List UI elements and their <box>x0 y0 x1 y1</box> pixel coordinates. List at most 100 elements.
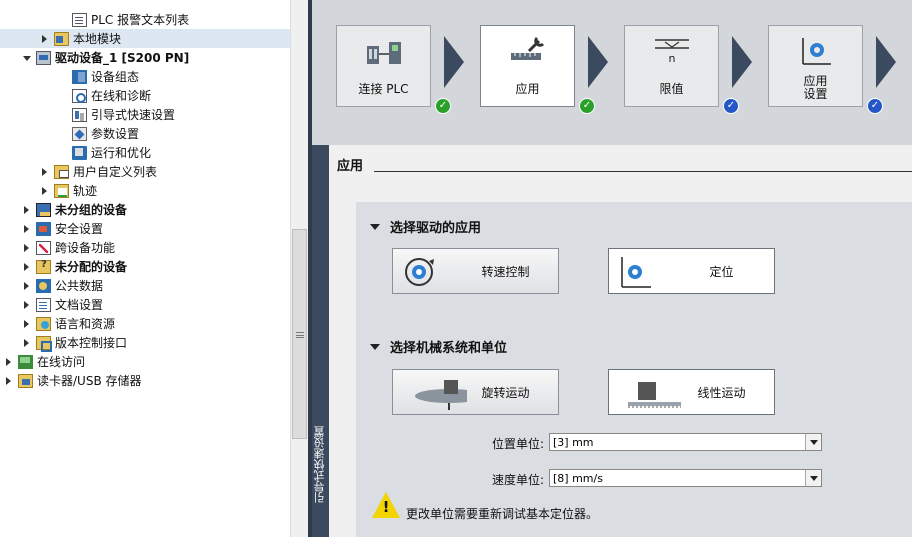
linear-motion-button[interactable]: 线性运动 <box>608 369 775 415</box>
rotary-motion-button[interactable]: 旋转运动 <box>392 369 559 415</box>
gear-axes-icon <box>802 38 831 65</box>
step-application[interactable]: 应用 <box>480 25 575 107</box>
select-value: [8] mm/s <box>553 471 603 485</box>
tree-item[interactable]: 公共数据 <box>0 276 290 295</box>
button-label: 转速控制 <box>481 265 530 279</box>
tree-item[interactable]: PLC 报警文本列表 <box>0 10 290 29</box>
run-icon <box>72 145 87 160</box>
speed-unit-select[interactable]: [8] mm/s <box>549 469 822 487</box>
position-unit-label: 位置单位: <box>491 437 544 451</box>
tree-item-label: 在线和诊断 <box>91 89 152 103</box>
online-icon <box>18 354 33 369</box>
collapse-arrow-icon[interactable] <box>22 224 32 234</box>
tree-item[interactable]: 轨迹 <box>0 181 290 200</box>
step-arrow-icon <box>876 36 896 88</box>
project-tree: PLC 报警文本列表 本地模块驱动设备_1 [S200 PN] 设备组态在线和诊断引… <box>0 0 290 537</box>
folder-icon <box>54 31 69 46</box>
tree-item-label: 设备组态 <box>91 70 140 84</box>
tree-item[interactable]: 本地模块 <box>0 29 290 48</box>
group-title: 选择驱动的应用 <box>390 221 482 236</box>
collapse-arrow-icon[interactable] <box>22 262 32 272</box>
tree-scrollbar[interactable] <box>290 0 308 537</box>
tree-item[interactable]: 驱动设备_1 [S200 PN] <box>0 48 290 67</box>
tree-item[interactable]: 设备组态 <box>0 67 290 86</box>
tree-item[interactable]: 用户自定义列表 <box>0 162 290 181</box>
diag-icon <box>72 88 87 103</box>
tree-item[interactable]: 运行和优化 <box>0 143 290 162</box>
version-icon <box>36 335 52 352</box>
tree-scroll-thumb[interactable] <box>292 229 307 439</box>
select-value: [3] mm <box>553 435 594 449</box>
tree-item[interactable]: 文档设置 <box>0 295 290 314</box>
cross-icon <box>36 240 51 255</box>
check-icon: ✓ <box>723 98 739 114</box>
tree-item-label: 驱动设备_1 [S200 PN] <box>55 51 190 65</box>
tree-item-label: 文档设置 <box>55 298 104 312</box>
docset-icon <box>36 297 51 312</box>
warning-message: 更改单位需要重新调试基本定位器。 <box>406 507 599 521</box>
collapse-arrow-icon[interactable] <box>22 243 32 253</box>
step-label: 限值 <box>659 82 684 96</box>
scroll-grip-icon <box>296 332 304 338</box>
tree-item[interactable]: 版本控制接口 <box>0 333 290 352</box>
quick-setup-panel: 连接 PLC ✓ 应用 ✓ n 限值 ✓ 应用 设置 ✓ 引导式快速设置 应用 … <box>312 0 912 537</box>
collapse-arrow-icon[interactable] <box>40 186 50 196</box>
collapse-triangle-icon <box>370 223 380 230</box>
limits-icon: n <box>655 39 689 65</box>
tree-item[interactable]: 参数设置 <box>0 124 290 143</box>
step-arrow-icon <box>732 36 752 88</box>
step-application-settings[interactable]: 应用 设置 <box>768 25 863 107</box>
tree-item[interactable]: 语言和资源 <box>0 314 290 333</box>
button-label: 旋转运动 <box>481 386 530 400</box>
tree-item[interactable]: 读卡器/USB 存储器 <box>0 371 290 390</box>
chevron-down-icon[interactable] <box>805 470 821 486</box>
trace-icon <box>54 183 69 198</box>
step-limits[interactable]: n 限值 <box>624 25 719 107</box>
step-arrow-icon <box>588 36 608 88</box>
tree-item[interactable]: 引导式快速设置 <box>0 105 290 124</box>
tree-item[interactable]: 跨设备功能 <box>0 238 290 257</box>
chevron-down-icon[interactable] <box>805 434 821 450</box>
tree-item[interactable]: 在线和诊断 <box>0 86 290 105</box>
ungroup-icon <box>36 202 51 217</box>
button-label: 线性运动 <box>697 386 746 400</box>
collapse-arrow-icon[interactable] <box>22 281 32 291</box>
step-arrow-icon <box>444 36 464 88</box>
group-title: 选择机械系统和单位 <box>390 341 508 356</box>
step-connect-plc[interactable]: 连接 PLC <box>336 25 431 107</box>
position-unit-select[interactable]: [3] mm <box>549 433 822 451</box>
drive-application-group-header[interactable]: 选择驱动的应用 <box>370 217 481 236</box>
doc-icon <box>72 12 87 27</box>
collapse-arrow-icon[interactable] <box>22 338 32 348</box>
speed-control-button[interactable]: 转速控制 <box>392 248 559 294</box>
step-label: 连接 PLC <box>358 82 409 96</box>
tree-item-label: 安全设置 <box>55 222 104 236</box>
tree-item[interactable]: 未分组的设备 <box>0 200 290 219</box>
expand-arrow-icon[interactable] <box>22 53 32 63</box>
tree-item[interactable]: 安全设置 <box>0 219 290 238</box>
tree-item-label: 用户自定义列表 <box>73 165 158 179</box>
tree-item[interactable]: 在线访问 <box>0 352 290 371</box>
common-icon <box>36 278 51 293</box>
tree-item-label: 语言和资源 <box>55 317 116 331</box>
wizard-icon <box>72 107 87 122</box>
gutter-label: 引导式快速设置 <box>313 426 326 504</box>
collapse-arrow-icon[interactable] <box>4 357 14 367</box>
collapse-arrow-icon[interactable] <box>22 300 32 310</box>
collapse-arrow-icon[interactable] <box>40 34 50 44</box>
tree-item-label: 版本控制接口 <box>55 336 128 350</box>
collapse-arrow-icon[interactable] <box>22 319 32 329</box>
tree-item-label: 未分配的设备 <box>55 260 128 274</box>
param-icon <box>72 126 87 141</box>
step-label: 应用 <box>515 82 540 96</box>
userlist-icon <box>54 164 69 179</box>
positioning-button[interactable]: 定位 <box>608 248 775 294</box>
collapse-arrow-icon[interactable] <box>4 376 14 386</box>
check-icon: ✓ <box>579 98 595 114</box>
mechanics-group-header[interactable]: 选择机械系统和单位 <box>370 337 507 356</box>
collapse-arrow-icon[interactable] <box>40 167 50 177</box>
tree-item-label: 运行和优化 <box>91 146 152 160</box>
tree-item[interactable]: 未分配的设备 <box>0 257 290 276</box>
collapse-arrow-icon[interactable] <box>22 205 32 215</box>
check-icon: ✓ <box>435 98 451 114</box>
